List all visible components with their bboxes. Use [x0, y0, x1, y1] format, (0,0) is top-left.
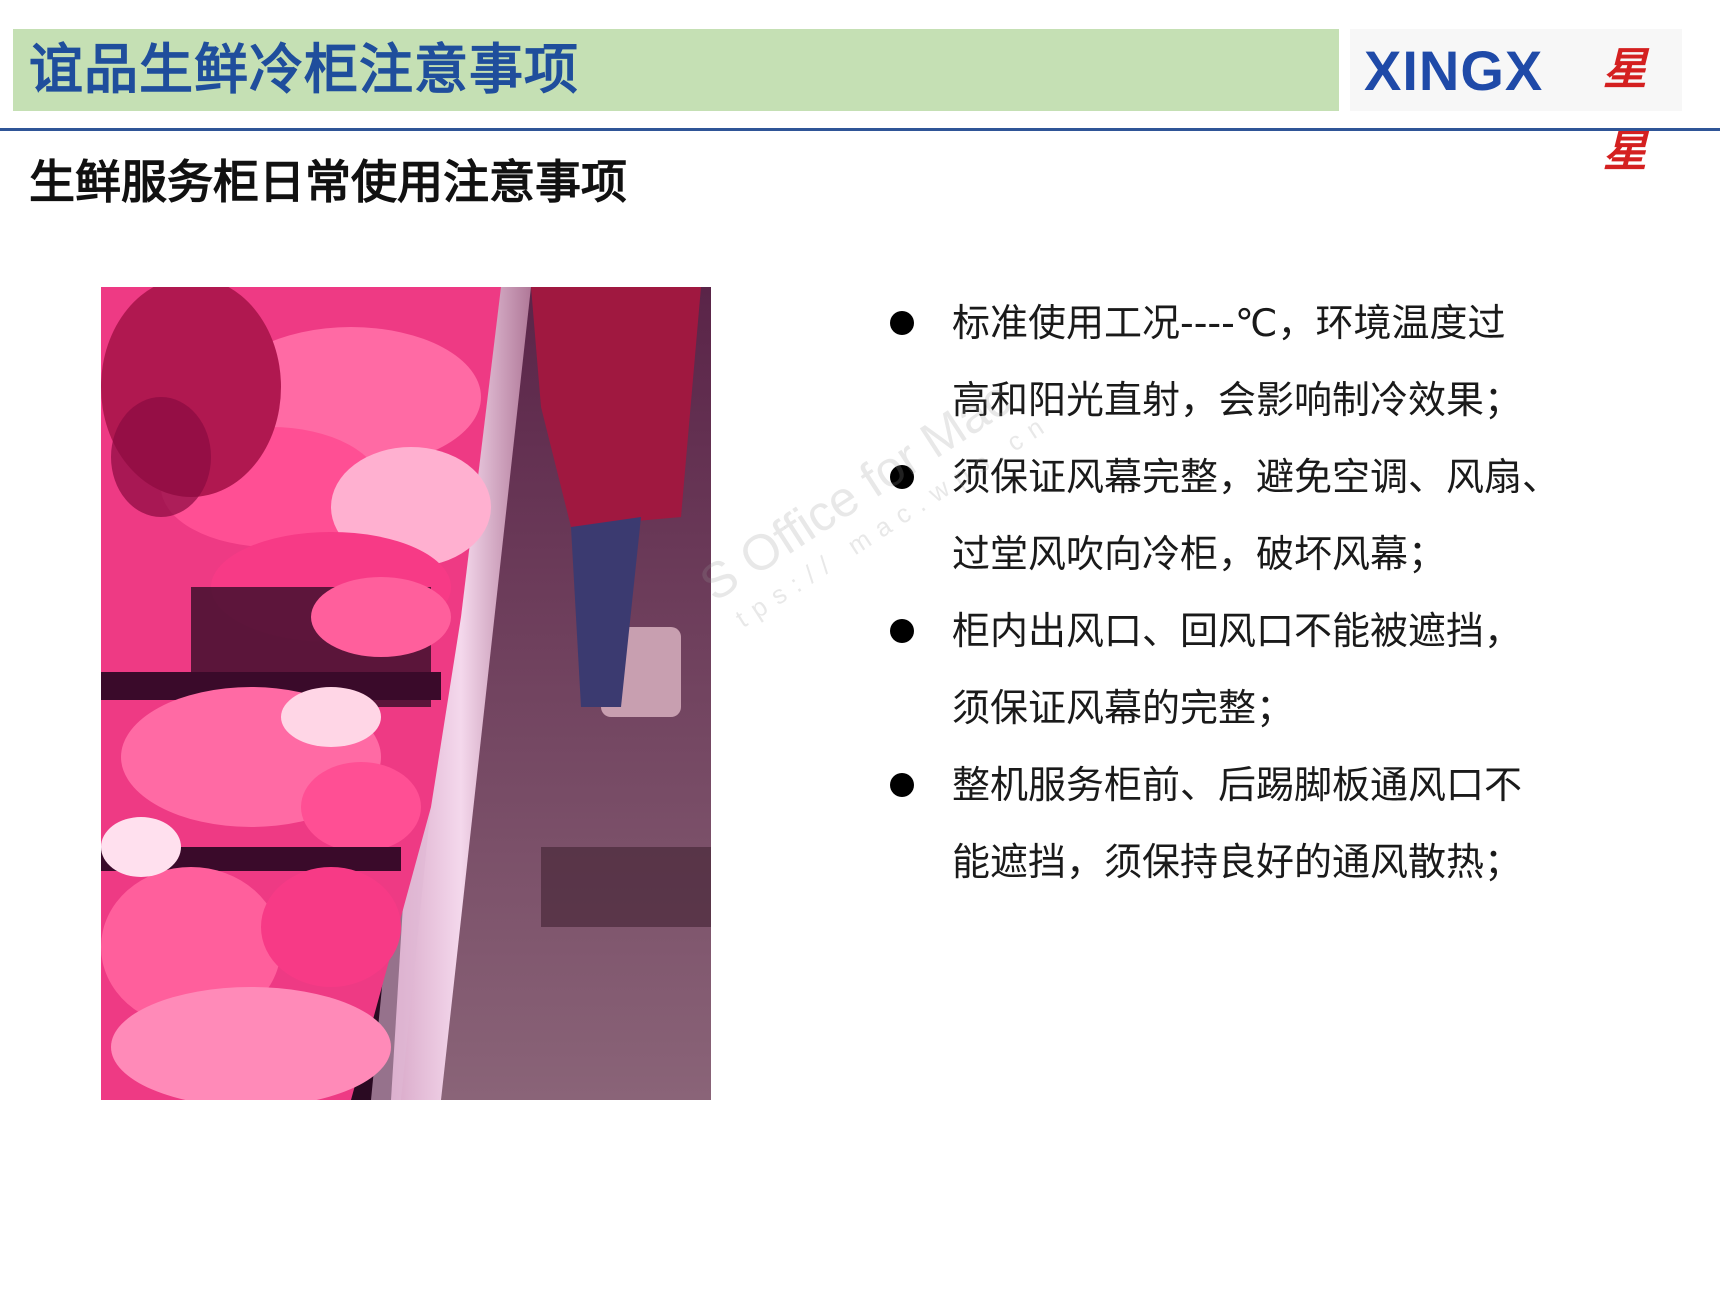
- section-subtitle: 生鲜服务柜日常使用注意事项: [29, 155, 627, 209]
- bullet-dot-icon: [890, 465, 914, 489]
- list-item-line: 过堂风吹向冷柜，破坏风幕；: [952, 532, 1447, 576]
- precautions-list: 标准使用工况----℃，环境温度过 高和阳光直射，会影响制冷效果； 须保证风幕完…: [884, 285, 1684, 901]
- header-divider: [0, 128, 1720, 131]
- list-item: 柜内出风口、回风口不能被遮挡， 须保证风幕的完整；: [884, 593, 1612, 747]
- list-item: 整机服务柜前、后踢脚板通风口不 能遮挡，须保持良好的通风散热；: [884, 747, 1612, 901]
- bullet-dot-icon: [890, 773, 914, 797]
- list-item-line: 高和阳光直射，会影响制冷效果；: [952, 378, 1523, 422]
- brand-logo: XINGX 星星: [1350, 29, 1682, 177]
- list-item: 标准使用工况----℃，环境温度过 高和阳光直射，会影响制冷效果；: [884, 285, 1612, 439]
- bullet-dot-icon: [890, 311, 914, 335]
- meat-display-cabinet-photo: [101, 287, 711, 1100]
- list-item-line: 柜内出风口、回风口不能被遮挡，: [952, 609, 1523, 653]
- list-item: 须保证风幕完整，避免空调、风扇、 过堂风吹向冷柜，破坏风幕；: [884, 439, 1612, 593]
- slide-title: 谊品生鲜冷柜注意事项: [29, 38, 579, 101]
- list-item-line: 须保证风幕完整，避免空调、风扇、: [952, 455, 1561, 499]
- list-item-line: 整机服务柜前、后踢脚板通风口不: [952, 763, 1523, 807]
- logo-wordmark: XINGX: [1364, 39, 1544, 102]
- list-item-line: 须保证风幕的完整；: [952, 686, 1295, 730]
- list-item-line: 能遮挡，须保持良好的通风散热；: [952, 840, 1523, 884]
- list-item-line: 标准使用工况----℃，环境温度过: [952, 301, 1506, 345]
- title-bar: 谊品生鲜冷柜注意事项: [13, 29, 1339, 111]
- logo-chinese-mark: 星星: [1603, 44, 1647, 177]
- bullet-dot-icon: [890, 619, 914, 643]
